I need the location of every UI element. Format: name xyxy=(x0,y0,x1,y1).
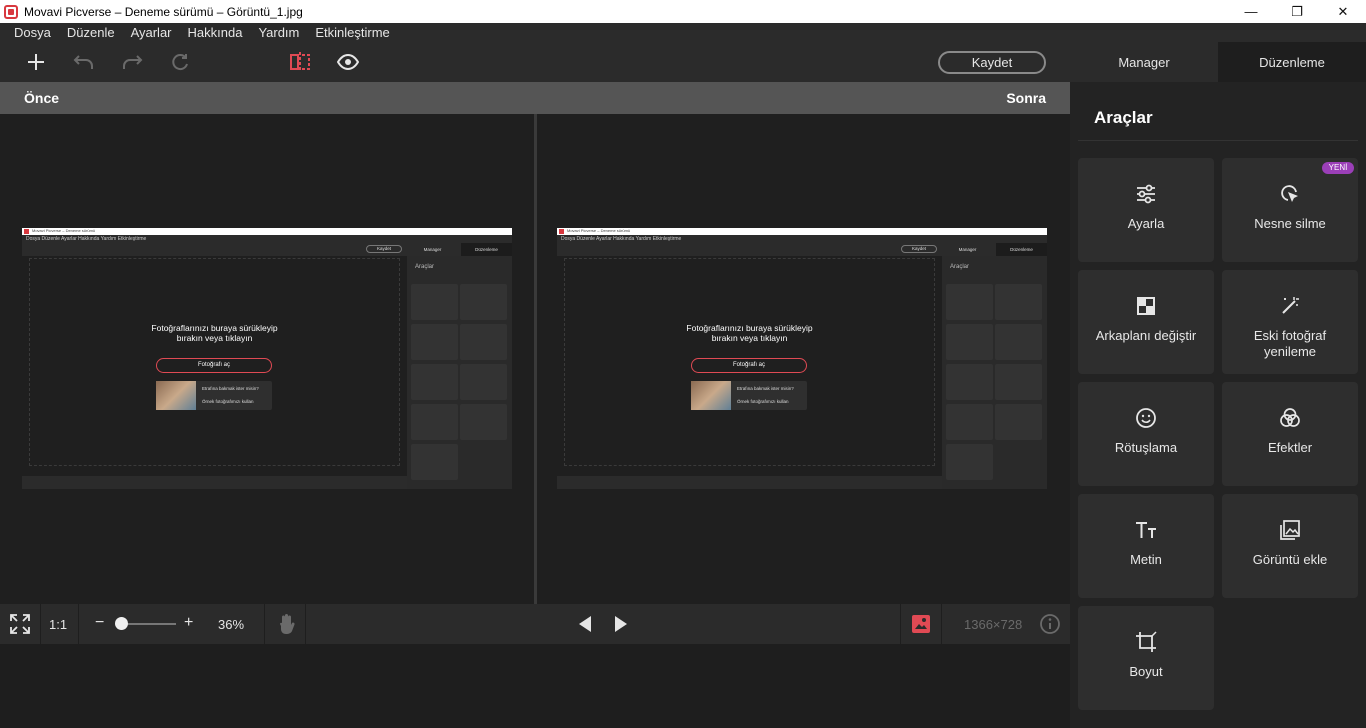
menu-ayarlar[interactable]: Ayarlar xyxy=(131,25,172,40)
tool-effects[interactable]: Efektler xyxy=(1222,382,1358,486)
tool-label: Ayarla xyxy=(1127,216,1165,231)
before-canvas[interactable]: Movavi Picverse – Deneme sürümü Dosya Dü… xyxy=(0,114,534,604)
after-label: Sonra xyxy=(1006,90,1046,106)
hand-tool-icon[interactable] xyxy=(274,612,298,636)
panel-divider xyxy=(1078,140,1358,141)
after-image: Movavi Picverse – Deneme sürümü Dosya Dü… xyxy=(557,228,1047,489)
after-canvas[interactable]: Movavi Picverse – Deneme sürümü Dosya Dü… xyxy=(537,114,1070,604)
maximize-button[interactable]: ❐ xyxy=(1274,0,1320,23)
menu-dosya[interactable]: Dosya xyxy=(14,25,51,40)
before-label: Önce xyxy=(24,90,60,106)
preview-eye-icon[interactable] xyxy=(336,50,360,74)
tool-add-image[interactable]: Görüntü ekle xyxy=(1222,494,1358,598)
tool-label: Eski fotoğraf yenileme xyxy=(1253,328,1327,359)
separator xyxy=(78,604,79,644)
effects-icon xyxy=(1222,406,1358,430)
before-image: Movavi Picverse – Deneme sürümü Dosya Dü… xyxy=(22,228,512,489)
undo-icon[interactable] xyxy=(72,50,96,74)
smiley-icon xyxy=(1078,406,1214,430)
tool-background[interactable]: Arkaplanı değiştir xyxy=(1078,270,1214,374)
tool-adjust[interactable]: Ayarla xyxy=(1078,158,1214,262)
compare-header: Önce Sonra xyxy=(0,82,1070,114)
tool-label: Rötuşlama xyxy=(1114,440,1178,455)
separator xyxy=(305,604,306,644)
menu-bar: Dosya Düzenle Ayarlar Hakkında Yardım Et… xyxy=(0,23,1366,42)
close-button[interactable]: ✕ xyxy=(1320,0,1366,23)
redo-icon[interactable] xyxy=(120,50,144,74)
empty-area xyxy=(0,644,1070,728)
menu-yardim[interactable]: Yardım xyxy=(258,25,299,40)
fit-screen-icon[interactable] xyxy=(8,612,32,636)
add-image-icon xyxy=(1222,518,1358,542)
title-bar: Movavi Picverse – Deneme sürümü – Görünt… xyxy=(0,0,1366,23)
tool-label: Boyut xyxy=(1129,664,1163,679)
actual-size-button[interactable]: 1:1 xyxy=(49,617,67,632)
compare-split-icon[interactable] xyxy=(288,50,312,74)
separator xyxy=(264,604,265,644)
zoom-out-button[interactable]: − xyxy=(95,614,104,632)
tab-manager[interactable]: Manager xyxy=(1070,42,1218,82)
previous-image-icon[interactable] xyxy=(573,612,597,636)
tool-label: Metin xyxy=(1130,552,1162,567)
text-icon xyxy=(1078,518,1214,542)
menu-duzenle[interactable]: Düzenle xyxy=(67,25,115,40)
separator xyxy=(900,604,901,644)
window-title: Movavi Picverse – Deneme sürümü – Görünt… xyxy=(24,4,303,19)
zoom-in-button[interactable]: + xyxy=(184,614,193,632)
info-icon[interactable] xyxy=(1038,612,1062,636)
tool-label: Efektler xyxy=(1267,440,1313,455)
menu-etkinlestirme[interactable]: Etkinleştirme xyxy=(315,25,389,40)
tool-retouch[interactable]: Rötuşlama xyxy=(1078,382,1214,486)
image-view-icon[interactable] xyxy=(909,612,933,636)
background-icon xyxy=(1078,294,1214,318)
reset-icon[interactable] xyxy=(168,50,192,74)
save-button[interactable]: Kaydet xyxy=(938,51,1046,74)
object-erase-icon xyxy=(1222,182,1358,206)
add-icon[interactable] xyxy=(24,50,48,74)
minimize-button[interactable]: — xyxy=(1228,0,1274,23)
tool-label: Arkaplanı değiştir xyxy=(1095,328,1197,343)
tool-label: Görüntü ekle xyxy=(1252,552,1328,567)
zoom-slider-handle[interactable] xyxy=(115,617,128,630)
tool-text[interactable]: Metin xyxy=(1078,494,1214,598)
panel-title: Araçlar xyxy=(1094,108,1153,127)
new-badge: YENİ xyxy=(1322,162,1354,174)
separator xyxy=(941,604,942,644)
tool-photo-restore[interactable]: Eski fotoğraf yenileme xyxy=(1222,270,1358,374)
magic-wand-icon xyxy=(1222,294,1358,318)
sliders-icon xyxy=(1078,182,1214,206)
next-image-icon[interactable] xyxy=(609,612,633,636)
app-logo-icon xyxy=(4,4,18,19)
menu-hakkinda[interactable]: Hakkında xyxy=(188,25,243,40)
tab-edit[interactable]: Düzenleme xyxy=(1218,42,1366,82)
tool-label: Nesne silme xyxy=(1254,216,1326,231)
tool-crop[interactable]: Boyut xyxy=(1078,606,1214,710)
separator xyxy=(40,604,41,644)
crop-icon xyxy=(1078,630,1214,654)
zoom-percent: 36% xyxy=(218,617,245,632)
image-dimensions: 1366×728 xyxy=(964,617,1023,632)
